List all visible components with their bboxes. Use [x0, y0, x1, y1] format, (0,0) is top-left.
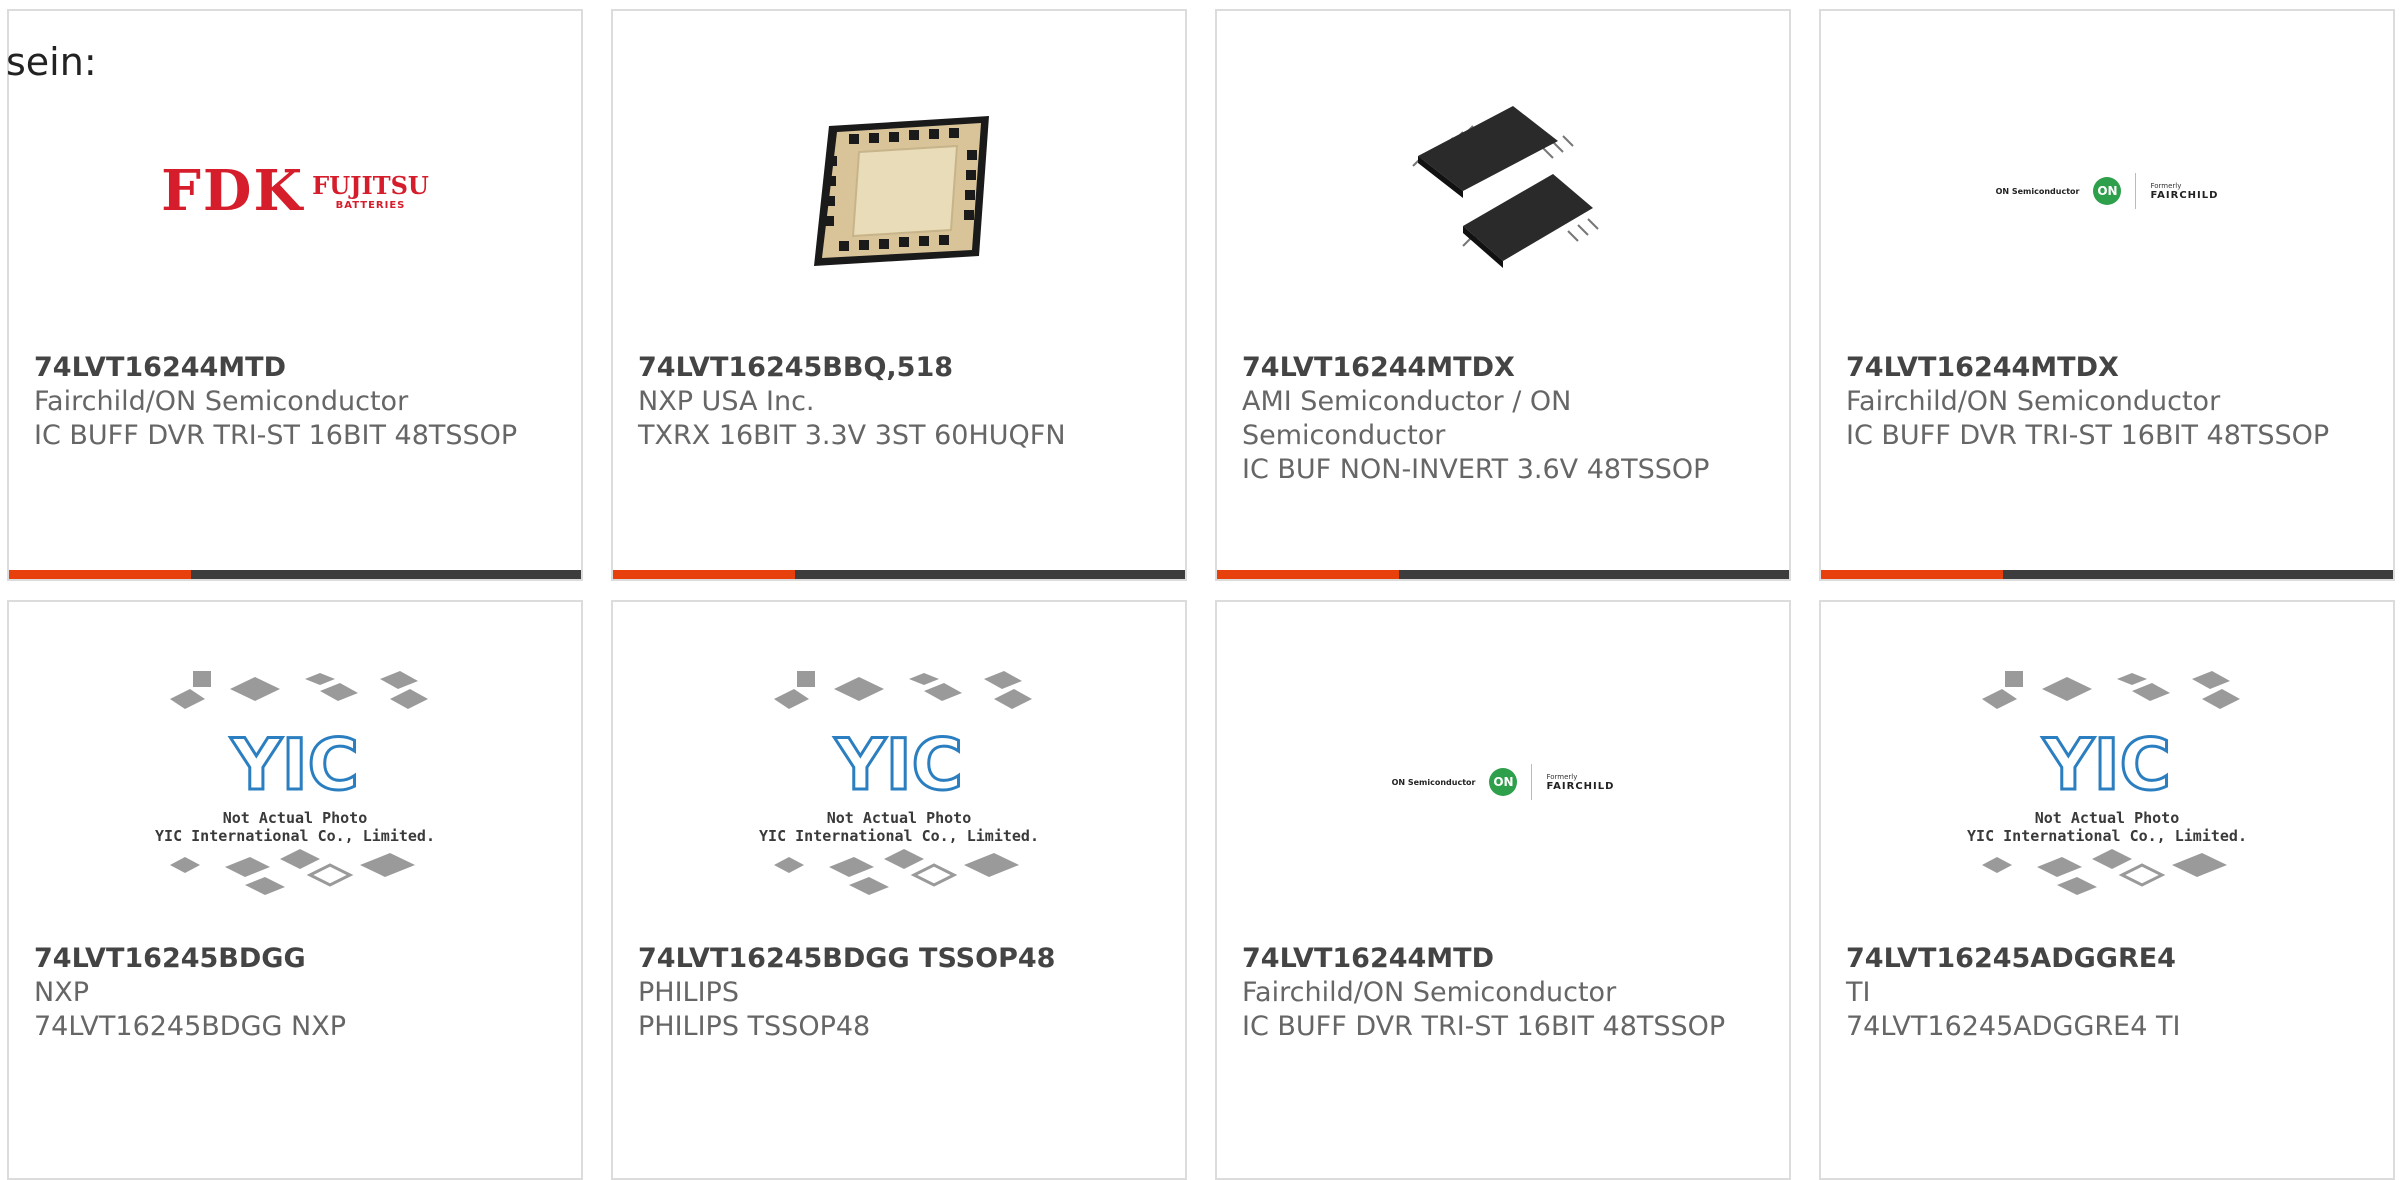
description: IC BUFF DVR TRI-ST 16BIT 48TSSOP: [1242, 1011, 1726, 1042]
logo-text: BATTERIES: [335, 200, 406, 211]
qfn-chip-icon: [814, 116, 989, 266]
logo-text: FAIRCHILD: [2150, 189, 2219, 201]
card-footer-bar: [1217, 570, 1789, 579]
logo-text: ON Semiconductor: [1995, 186, 2080, 196]
description: IC BUF NON-INVERT 3.6V 48TSSOP: [1242, 454, 1710, 485]
fdk-fujitsu-logo: FDK FUJITSU BATTERIES: [161, 158, 429, 224]
description: TXRX 16BIT 3.3V 3ST 60HUQFN: [638, 420, 1066, 451]
product-image[interactable]: [613, 71, 1185, 311]
chip-packages-icon: [170, 849, 415, 895]
accent-bar: [1821, 570, 2003, 579]
yic-logo-icon: YIC: [230, 724, 359, 806]
product-card[interactable]: YIC Not Actual Photo YIC International C…: [611, 600, 1187, 1180]
logo-text: ON Semiconductor: [1391, 777, 1476, 787]
yic-placeholder-image: YIC Not Actual Photo YIC International C…: [759, 669, 1039, 895]
section-heading: sein:: [6, 40, 97, 84]
product-card[interactable]: ON Semiconductor ON Formerly FAIRCHILD 7…: [1215, 600, 1791, 1180]
placeholder-caption: YIC International Co., Limited.: [759, 827, 1039, 845]
manufacturer: PHILIPS: [638, 977, 739, 1008]
part-number-link[interactable]: 74LVT16244MTDX: [1242, 351, 1769, 385]
chip-packages-icon: YIC: [774, 671, 1032, 808]
accent-bar: [1217, 570, 1399, 579]
tssop-chips-icon: [1412, 106, 1599, 268]
accent-bar: [9, 570, 191, 579]
manufacturer: Fairchild/ON Semiconductor: [34, 386, 409, 417]
chip-packages-icon: [1982, 849, 2227, 895]
product-image[interactable]: YIC Not Actual Photo YIC International C…: [9, 662, 581, 902]
on-fairchild-logo: ON Semiconductor ON Formerly FAIRCHILD: [1392, 764, 1615, 800]
placeholder-caption: YIC International Co., Limited.: [1967, 827, 2247, 845]
part-number-link[interactable]: 74LVT16244MTD: [34, 351, 561, 385]
card-footer-bar: [613, 570, 1185, 579]
part-number-link[interactable]: 74LVT16245BDGG: [34, 942, 561, 976]
logo-text: FUJITSU: [312, 171, 429, 200]
product-image[interactable]: YIC Not Actual Photo YIC International C…: [613, 662, 1185, 902]
description: IC BUFF DVR TRI-ST 16BIT 48TSSOP: [34, 420, 518, 451]
product-image[interactable]: ON Semiconductor ON Formerly FAIRCHILD: [1821, 71, 2393, 311]
manufacturer: TI: [1846, 977, 1871, 1008]
product-image[interactable]: YIC Not Actual Photo YIC International C…: [1821, 662, 2393, 902]
placeholder-caption: Not Actual Photo: [222, 809, 368, 827]
part-number-link[interactable]: 74LVT16245BBQ,518: [638, 351, 1165, 385]
logo-text: FDK: [161, 158, 305, 224]
product-image[interactable]: ON Semiconductor ON Formerly FAIRCHILD: [1217, 662, 1789, 902]
product-card[interactable]: YIC Not Actual Photo YIC International C…: [7, 600, 583, 1180]
manufacturer: AMI Semiconductor / ON Semiconductor: [1242, 386, 1572, 451]
product-image[interactable]: FDK FUJITSU BATTERIES: [9, 71, 581, 311]
logo-text: FAIRCHILD: [1546, 780, 1615, 792]
on-logo-icon: ON: [1489, 768, 1518, 796]
description: PHILIPS TSSOP48: [638, 1011, 871, 1042]
part-number-link[interactable]: 74LVT16244MTD: [1242, 942, 1769, 976]
card-footer-bar: [9, 570, 581, 579]
chip-packages-icon: [774, 849, 1019, 895]
chip-packages-icon: YIC: [170, 671, 428, 808]
placeholder-caption: Not Actual Photo: [2034, 809, 2180, 827]
manufacturer: Fairchild/ON Semiconductor: [1242, 977, 1617, 1008]
part-number-link[interactable]: 74LVT16245BDGG TSSOP48: [638, 942, 1165, 976]
card-footer-bar: [1821, 570, 2393, 579]
product-card[interactable]: 74LVT16245BBQ,518 NXP USA Inc. TXRX 16BI…: [611, 9, 1187, 581]
product-image[interactable]: [1217, 71, 1789, 311]
product-card[interactable]: YIC Not Actual Photo YIC International C…: [1819, 600, 2395, 1180]
on-fairchild-logo: ON Semiconductor ON Formerly FAIRCHILD: [1996, 173, 2219, 209]
description: 74LVT16245BDGG NXP: [34, 1011, 347, 1042]
logo-text: Formerly: [1546, 772, 1578, 781]
accent-bar: [613, 570, 795, 579]
manufacturer: NXP USA Inc.: [638, 386, 815, 417]
description: 74LVT16245ADGGRE4 TI: [1846, 1011, 2181, 1042]
product-card[interactable]: FDK FUJITSU BATTERIES 74LVT16244MTD Fair…: [7, 9, 583, 581]
placeholder-caption: YIC International Co., Limited.: [155, 827, 435, 845]
product-card[interactable]: ON Semiconductor ON Formerly FAIRCHILD 7…: [1819, 9, 2395, 581]
yic-logo-icon: YIC: [2042, 724, 2171, 806]
description: IC BUFF DVR TRI-ST 16BIT 48TSSOP: [1846, 420, 2330, 451]
part-number-link[interactable]: 74LVT16245ADGGRE4: [1846, 942, 2373, 976]
part-number-link[interactable]: 74LVT16244MTDX: [1846, 351, 2373, 385]
logo-text: Formerly: [2150, 181, 2182, 190]
product-card[interactable]: 74LVT16244MTDX AMI Semiconductor / ON Se…: [1215, 9, 1791, 581]
placeholder-caption: Not Actual Photo: [826, 809, 972, 827]
manufacturer: NXP: [34, 977, 89, 1008]
yic-placeholder-image: YIC Not Actual Photo YIC International C…: [1967, 669, 2247, 895]
manufacturer: Fairchild/ON Semiconductor: [1846, 386, 2221, 417]
yic-placeholder-image: YIC Not Actual Photo YIC International C…: [155, 669, 435, 895]
on-logo-icon: ON: [2093, 177, 2122, 205]
yic-logo-icon: YIC: [834, 724, 963, 806]
chip-packages-icon: YIC: [1982, 671, 2240, 808]
